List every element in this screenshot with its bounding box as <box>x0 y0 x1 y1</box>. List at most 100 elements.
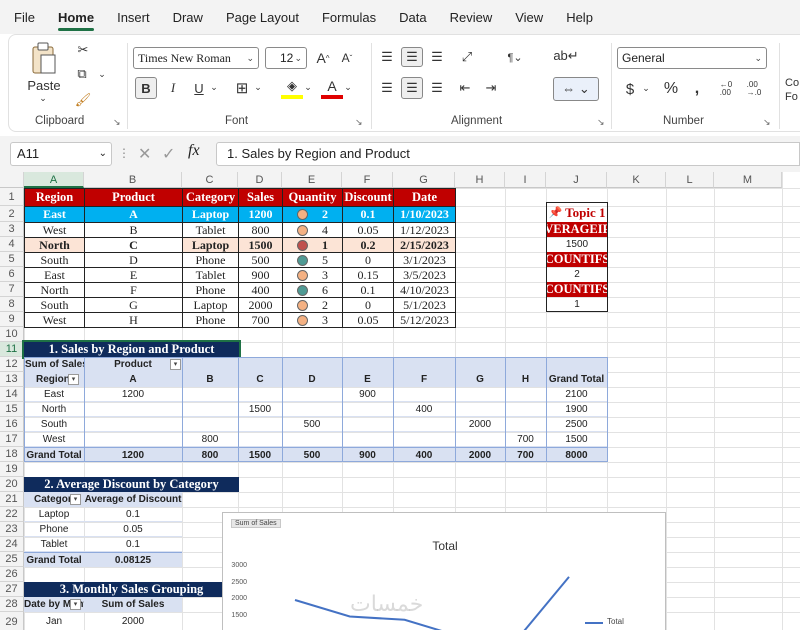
menu-home[interactable]: Home <box>57 10 95 31</box>
select-all-corner[interactable] <box>0 172 24 188</box>
dialog-launcher-icon[interactable]: ↘ <box>113 117 121 128</box>
table-cell[interactable]: 5 <box>282 252 343 268</box>
row-header-3[interactable]: 3 <box>0 222 24 237</box>
align-right-icon[interactable]: ☰ <box>427 77 447 99</box>
row-header-22[interactable]: 22 <box>0 507 24 522</box>
pivot-chart[interactable]: Sum of Sales Total 3000 2500 2000 1500 Total <box>222 512 666 630</box>
column-header-b[interactable]: B <box>84 172 182 188</box>
decrease-decimal-icon[interactable]: .00 →.0 <box>743 79 765 99</box>
menu-page-layout[interactable]: Page Layout <box>226 10 299 25</box>
table-cell[interactable]: 2000 <box>238 297 283 313</box>
row-header-6[interactable]: 6 <box>0 267 24 282</box>
italic-button[interactable]: I <box>163 77 183 99</box>
table-cell[interactable]: 0 <box>342 252 394 268</box>
table-cell[interactable]: H <box>84 312 183 328</box>
dialog-launcher-icon[interactable]: ↘ <box>763 117 771 128</box>
currency-icon[interactable]: $ <box>621 79 639 99</box>
row-header-20[interactable]: 20 <box>0 477 24 492</box>
table-cell[interactable]: Tablet <box>182 267 239 283</box>
paste-icon[interactable] <box>29 41 59 77</box>
row-header-27[interactable]: 27 <box>0 582 24 597</box>
series-line-total[interactable] <box>294 576 570 630</box>
table-cell[interactable]: 2/15/2023 <box>393 237 456 253</box>
chevron-down-icon[interactable]: ⌄ <box>641 81 651 95</box>
table-cell[interactable]: Tablet <box>182 222 239 238</box>
chevron-down-icon[interactable]: ⌄ <box>209 81 219 93</box>
font-name-dropdown[interactable]: Times New Roman ⌄ <box>133 47 259 69</box>
dialog-launcher-icon[interactable]: ↘ <box>355 117 363 128</box>
row-header-4[interactable]: 4 <box>0 237 24 252</box>
table-cell[interactable]: Laptop <box>182 297 239 313</box>
comma-style-icon[interactable]: , <box>689 79 705 99</box>
cut-icon[interactable]: ✂ <box>73 41 93 59</box>
wrap-text-icon[interactable]: ab↵ <box>553 45 578 67</box>
row-header-21[interactable]: 21 <box>0 492 24 507</box>
table-cell[interactable]: 900 <box>238 267 283 283</box>
table-cell[interactable]: South <box>24 297 85 313</box>
column-header-k[interactable]: K <box>607 172 666 188</box>
column-header-c[interactable]: C <box>182 172 238 188</box>
row-header-29[interactable]: 29 <box>0 612 24 630</box>
table-cell[interactable]: 1/12/2023 <box>393 222 456 238</box>
table-cell[interactable]: 0.05 <box>342 222 394 238</box>
column-header-e[interactable]: E <box>282 172 342 188</box>
table-cell[interactable]: East <box>24 267 85 283</box>
table-cell[interactable]: 2 <box>282 297 343 313</box>
row-header-13[interactable]: 13 <box>0 372 24 387</box>
menu-draw[interactable]: Draw <box>173 10 203 25</box>
borders-icon[interactable]: ⊞ <box>231 77 253 99</box>
pivot1-product-label[interactable]: Product <box>84 357 182 372</box>
percent-icon[interactable]: % <box>661 79 681 99</box>
menu-view[interactable]: View <box>515 10 543 25</box>
table-cell[interactable]: 0.1 <box>342 206 394 223</box>
increase-indent-icon[interactable]: ⇥ <box>481 77 501 99</box>
row-header-8[interactable]: 8 <box>0 297 24 312</box>
increase-decimal-icon[interactable]: ←0.00 <box>715 79 737 99</box>
column-header-d[interactable]: D <box>238 172 282 188</box>
column-header-l[interactable]: L <box>666 172 714 188</box>
menu-file[interactable]: File <box>14 10 35 25</box>
more-options-icon[interactable]: ⋮ <box>118 146 130 160</box>
paste-button[interactable]: Paste <box>23 77 65 93</box>
column-header-a[interactable]: A <box>24 172 84 188</box>
table-cell[interactable]: Laptop <box>182 206 239 223</box>
align-middle-icon[interactable]: ☰ <box>401 47 423 67</box>
table-cell[interactable]: 0 <box>342 297 394 313</box>
column-header-i[interactable]: I <box>505 172 546 188</box>
row-header-16[interactable]: 16 <box>0 417 24 432</box>
table-cell[interactable]: Phone <box>182 252 239 268</box>
menu-data[interactable]: Data <box>399 10 426 25</box>
table-cell[interactable]: 4 <box>282 222 343 238</box>
table-cell[interactable]: 0.05 <box>342 312 394 328</box>
row-header-12[interactable]: 12 <box>0 357 24 372</box>
menu-review[interactable]: Review <box>450 10 493 25</box>
table-cell[interactable]: E <box>84 267 183 283</box>
format-painter-icon[interactable]: 🖌 <box>73 91 93 109</box>
row-header-25[interactable]: 25 <box>0 552 24 567</box>
table-cell[interactable]: 3 <box>282 267 343 283</box>
row-header-24[interactable]: 24 <box>0 537 24 552</box>
decrease-font-icon[interactable]: Aˇ <box>337 47 357 69</box>
table-cell[interactable]: 800 <box>238 222 283 238</box>
table-cell[interactable]: F <box>84 282 183 298</box>
column-header-f[interactable]: F <box>342 172 393 188</box>
table-cell[interactable]: 700 <box>238 312 283 328</box>
chevron-down-icon[interactable]: ⌄ <box>37 93 49 103</box>
table-cell[interactable]: 500 <box>238 252 283 268</box>
chevron-down-icon[interactable]: ⌄ <box>253 81 263 93</box>
table-cell[interactable]: D <box>84 252 183 268</box>
menu-formulas[interactable]: Formulas <box>322 10 376 25</box>
row-header-17[interactable]: 17 <box>0 432 24 447</box>
row-header-26[interactable]: 26 <box>0 567 24 582</box>
table-cell[interactable]: 4/10/2023 <box>393 282 456 298</box>
font-size-dropdown[interactable]: 12 ⌄ <box>265 47 307 69</box>
filter-dropdown-icon[interactable]: ▾ <box>70 494 81 505</box>
table-cell[interactable]: 1200 <box>238 206 283 223</box>
table-cell[interactable]: 3 <box>282 312 343 328</box>
cancel-icon[interactable]: ✕ <box>138 144 151 164</box>
filter-dropdown-icon[interactable]: ▾ <box>70 599 81 610</box>
chevron-down-icon[interactable]: ⌄ <box>303 81 313 93</box>
insert-function-icon[interactable]: fx <box>188 142 200 160</box>
row-header-18[interactable]: 18 <box>0 447 24 462</box>
chevron-down-icon[interactable]: ⌄ <box>343 81 353 93</box>
